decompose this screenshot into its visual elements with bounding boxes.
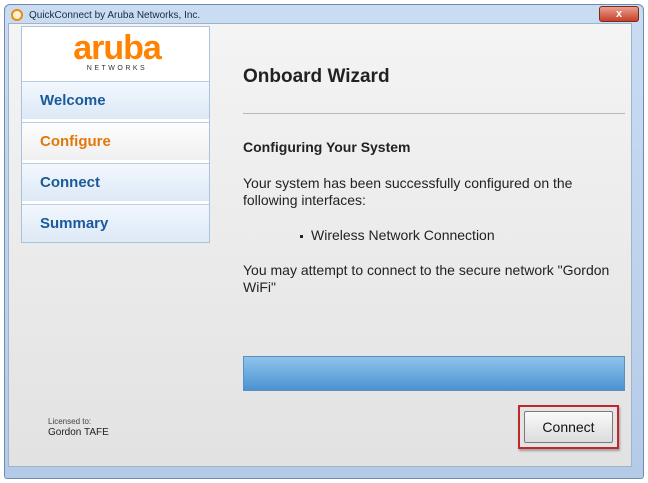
- nav-item-connect[interactable]: Connect: [22, 163, 209, 201]
- nav-item-summary[interactable]: Summary: [22, 204, 209, 242]
- bullet-icon: [300, 234, 303, 238]
- logo-subtitle: NETWORKS: [86, 65, 148, 72]
- attempt-message: You may attempt to connect to the secure…: [243, 262, 610, 295]
- nav-item-label: Welcome: [40, 92, 106, 109]
- license-value: Gordon TAFE: [48, 427, 109, 438]
- interface-name: Wireless Network Connection: [311, 227, 495, 243]
- close-icon: x: [615, 8, 623, 20]
- connect-button[interactable]: Connect: [524, 411, 613, 443]
- aruba-logo: aruba NETWORKS: [22, 27, 209, 81]
- aruba-app-icon: [11, 9, 23, 21]
- nav-item-label: Connect: [40, 174, 100, 191]
- section-heading: Configuring Your System: [243, 139, 411, 155]
- progress-bar: [243, 356, 625, 391]
- success-message: Your system has been successfully config…: [243, 175, 573, 208]
- logo-wordmark: aruba: [73, 29, 162, 67]
- nav-item-configure[interactable]: Configure: [22, 122, 209, 160]
- license-label: Licensed to:: [48, 417, 92, 426]
- nav-item-welcome[interactable]: Welcome: [22, 81, 209, 119]
- interface-list-item: Wireless Network Connection: [300, 227, 495, 243]
- close-button[interactable]: x: [599, 6, 639, 22]
- window-title: QuickConnect by Aruba Networks, Inc.: [29, 10, 201, 21]
- nav-item-label: Configure: [40, 133, 111, 150]
- page-title: Onboard Wizard: [243, 66, 390, 87]
- nav-item-label: Summary: [40, 215, 109, 232]
- title-divider: [243, 113, 625, 114]
- wizard-step-nav: aruba NETWORKS Welcome Configure Connect…: [21, 26, 210, 243]
